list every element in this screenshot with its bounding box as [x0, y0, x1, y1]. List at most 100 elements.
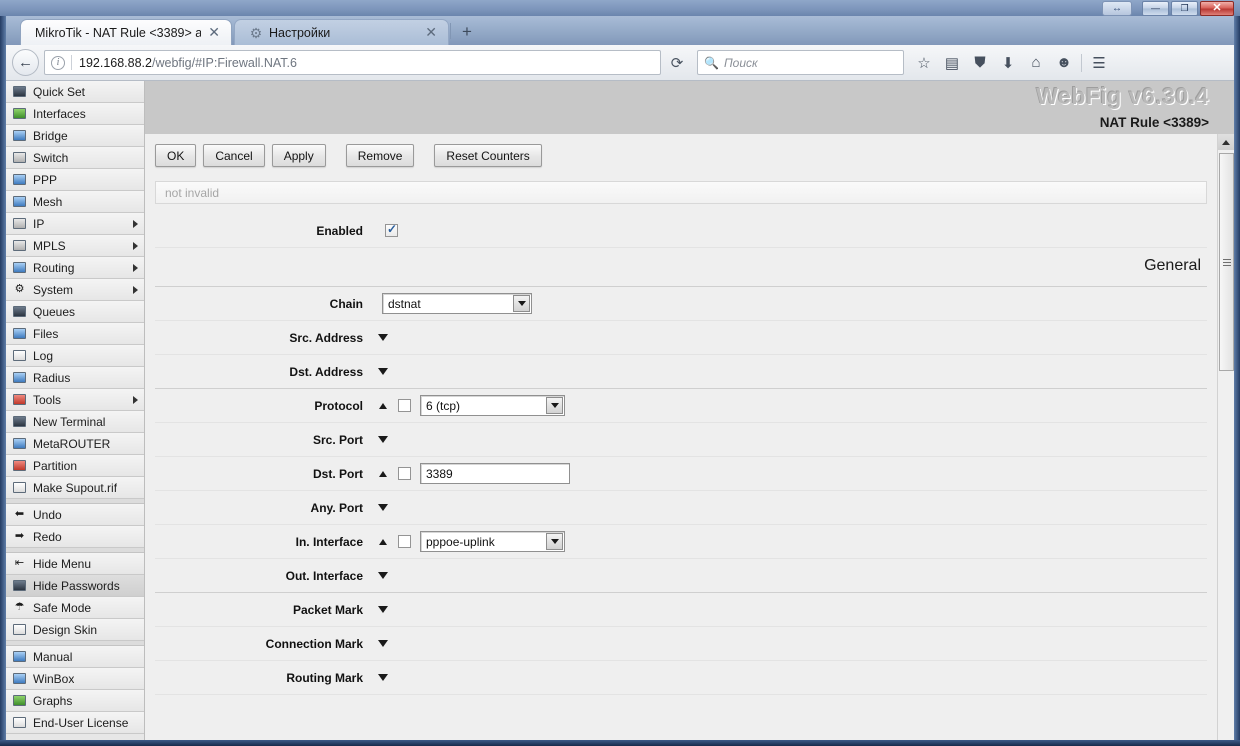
expand-toggle-src-port[interactable] — [373, 436, 393, 443]
tab-mikrotik[interactable]: MikroTik - NAT Rule <3389> at... ✕ — [20, 19, 232, 45]
sidebar-item-bridge[interactable]: Bridge — [6, 125, 144, 147]
tab-divider — [450, 23, 451, 39]
sync-chat-icon[interactable]: ☻ — [1050, 50, 1078, 76]
hamburger-menu-icon[interactable]: ☰ — [1085, 50, 1113, 76]
remove-button[interactable]: Remove — [345, 144, 415, 167]
sidebar-item-quick-set[interactable]: Quick Set — [6, 81, 144, 103]
sidebar-item-files[interactable]: Files — [6, 323, 144, 345]
ok-button[interactable]: OK — [155, 144, 197, 167]
input-dst-port[interactable]: 3389 — [420, 463, 570, 484]
webfig-scrollbar[interactable] — [1217, 134, 1234, 740]
undo-arrow-icon: ⬅ — [14, 508, 25, 520]
sidebar-item-tools[interactable]: Tools — [6, 389, 144, 411]
collapse-toggle-protocol[interactable] — [373, 402, 393, 409]
radius-users-icon — [11, 370, 28, 385]
tab-nastroyki[interactable]: ⚙ Настройки ✕ — [234, 19, 449, 45]
sidebar-item-partition[interactable]: Partition — [6, 455, 144, 477]
sidebar-item-label: Design Skin — [33, 622, 98, 637]
sidebar-item-ip[interactable]: IP — [6, 213, 144, 235]
sidebar-item-manual[interactable]: Manual — [6, 646, 144, 668]
window-controls: ↔ — ❐ ✕ — [1102, 1, 1234, 16]
sidebar-item-undo[interactable]: ⬅ Undo — [6, 504, 144, 526]
page-title: NAT Rule <3389> — [1099, 115, 1209, 130]
sidebar-item-metarouter[interactable]: MetaROUTER — [6, 433, 144, 455]
bookmark-star-icon[interactable]: ☆ — [910, 50, 938, 76]
sidebar-item-queues[interactable]: Queues — [6, 301, 144, 323]
sidebar-item-routing[interactable]: Routing — [6, 257, 144, 279]
sidebar-item-label: MetaROUTER — [33, 436, 111, 451]
webfig-logo: WebFig v6.30.4 — [1036, 83, 1209, 109]
search-placeholder: Поиск — [723, 55, 758, 70]
sidebar-item-hide-passwords[interactable]: Hide Passwords — [6, 575, 144, 597]
sidebar-item-end-user-license[interactable]: End-User License — [6, 712, 144, 734]
sidebar-item-winbox[interactable]: WinBox — [6, 668, 144, 690]
select-protocol[interactable]: 6 (tcp) — [420, 395, 565, 416]
minimize-button[interactable]: — — [1142, 1, 1169, 16]
select-chain[interactable]: dstnat — [382, 293, 532, 314]
sidebar-item-graphs[interactable]: Graphs — [6, 690, 144, 712]
webfig-header: WebFig v6.30.4 NAT Rule <3389> — [145, 81, 1234, 134]
checkbox-enabled[interactable] — [385, 222, 398, 237]
home-icon[interactable]: ⌂ — [1022, 50, 1050, 76]
sidebar-item-system[interactable]: ⚙ System — [6, 279, 144, 301]
reset-counters-button[interactable]: Reset Counters — [434, 144, 542, 167]
chevron-down-icon[interactable] — [546, 397, 563, 414]
sidebar-item-log[interactable]: Log — [6, 345, 144, 367]
expand-toggle-any-port[interactable] — [373, 504, 393, 511]
url-address-bar[interactable]: i 192.168.88.2/webfig/#IP:Firewall.NAT.6 — [44, 50, 661, 75]
form-row-chain: Chain dstnat — [155, 287, 1207, 321]
search-input[interactable]: 🔍 Поиск — [697, 50, 904, 75]
expand-toggle-dst-address[interactable] — [373, 368, 393, 375]
maximize-button[interactable]: ❐ — [1171, 1, 1198, 16]
site-info-icon[interactable]: i — [51, 55, 65, 70]
license-icon — [11, 715, 28, 730]
tab-close-icon[interactable]: ✕ — [422, 24, 440, 41]
select-value: pppoe-uplink — [426, 534, 495, 549]
collapse-toggle-in-interface[interactable] — [373, 538, 393, 545]
sidebar-item-mesh[interactable]: Mesh — [6, 191, 144, 213]
sidebar-item-new-terminal[interactable]: New Terminal — [6, 411, 144, 433]
downloads-icon[interactable]: ⬇ — [994, 50, 1022, 76]
negate-checkbox-protocol[interactable] — [398, 399, 411, 412]
new-tab-button[interactable]: + — [456, 22, 478, 42]
sidebar-item-ppp[interactable]: PPP — [6, 169, 144, 191]
apply-button[interactable]: Apply — [271, 144, 326, 167]
sidebar-item-radius[interactable]: Radius — [6, 367, 144, 389]
scroll-up-icon[interactable] — [1218, 134, 1234, 150]
sidebar-item-safe-mode[interactable]: ☂ Safe Mode — [6, 597, 144, 619]
collapse-toggle-dst-port[interactable] — [373, 470, 393, 477]
expand-toggle-routing-mark[interactable] — [373, 674, 393, 681]
select-in-interface[interactable]: pppoe-uplink — [420, 531, 565, 552]
switch-icon — [11, 150, 28, 165]
sidebar-item-switch[interactable]: Switch — [6, 147, 144, 169]
reading-list-icon[interactable]: ▤ — [938, 50, 966, 76]
sidebar-item-interfaces[interactable]: Interfaces — [6, 103, 144, 125]
resize-icon[interactable]: ↔ — [1102, 1, 1132, 16]
expand-toggle-out-interface[interactable] — [373, 572, 393, 579]
cancel-button[interactable]: Cancel — [203, 144, 265, 167]
expand-toggle-connection-mark[interactable] — [373, 640, 393, 647]
tab-close-icon[interactable]: ✕ — [205, 24, 223, 41]
pocket-icon[interactable]: ⛊ — [966, 50, 994, 76]
sidebar-item-mpls[interactable]: MPLS — [6, 235, 144, 257]
expand-toggle-src-address[interactable] — [373, 334, 393, 341]
form-row-any-port: Any. Port — [155, 491, 1207, 525]
negate-checkbox-in-interface[interactable] — [398, 535, 411, 548]
document-export-icon — [11, 480, 28, 495]
sidebar-item-redo[interactable]: ➡ Redo — [6, 526, 144, 548]
chevron-down-icon[interactable] — [513, 295, 530, 312]
sidebar-item-make-supout-rif[interactable]: Make Supout.rif — [6, 477, 144, 499]
expand-toggle-packet-mark[interactable] — [373, 606, 393, 613]
sidebar-item-hide-menu[interactable]: ⇤ Hide Menu — [6, 553, 144, 575]
gear-icon: ⚙ — [249, 24, 263, 41]
sidebar-item-design-skin[interactable]: Design Skin — [6, 619, 144, 641]
negate-checkbox-dst-port[interactable] — [398, 467, 411, 480]
form-label-src-port: Src. Port — [312, 432, 363, 447]
close-button[interactable]: ✕ — [1200, 1, 1234, 16]
back-arrow-icon[interactable]: ← — [12, 49, 39, 76]
ppp-icon — [11, 172, 28, 187]
scrollbar-thumb[interactable] — [1219, 153, 1234, 371]
chevron-down-icon[interactable] — [546, 533, 563, 550]
form-row-dst-port: Dst. Port 3389 — [155, 457, 1207, 491]
reload-icon[interactable]: ⟳ — [665, 51, 689, 75]
